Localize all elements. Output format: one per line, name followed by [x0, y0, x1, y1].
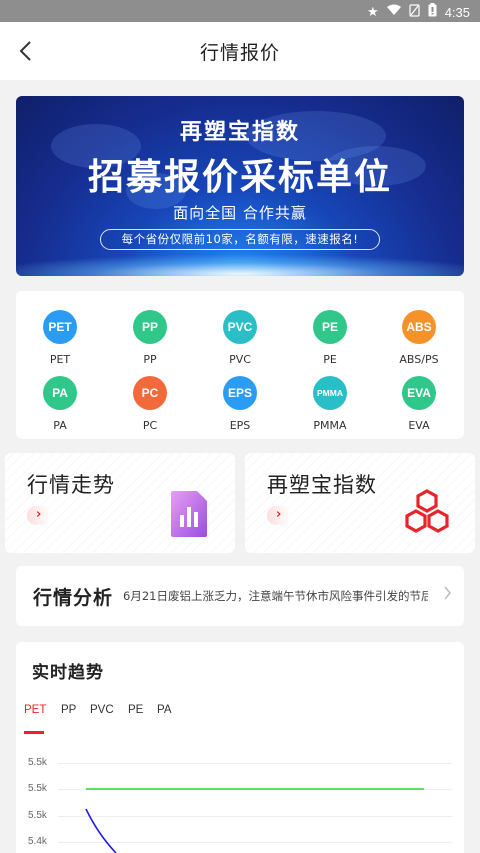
chevron-right-icon: ›: [267, 506, 291, 525]
status-time: 4:35: [444, 4, 470, 20]
pp-icon: PP: [133, 310, 167, 344]
category-grid: PET PET PP PP PVC PVC PE PE ABS ABS/PS P…: [16, 291, 464, 439]
index-label: 再塑宝指数: [267, 473, 377, 497]
category-pc[interactable]: PC PC: [110, 376, 190, 432]
series-line-blue: [85, 808, 117, 853]
eps-icon: EPS: [223, 376, 257, 410]
pet-icon: PET: [43, 310, 77, 344]
banner-slogan: 面向全国 合作共赢: [173, 204, 307, 222]
category-label: PC: [142, 419, 158, 432]
pe-icon: PE: [313, 310, 347, 344]
category-label: PVC: [229, 353, 251, 366]
realtime-trend-card: 实时趋势 PET PP PVC PE PA 5.5k 5.5k 5.5k 5.4…: [16, 642, 464, 853]
battery-icon: [428, 3, 437, 21]
promo-banner[interactable]: 再塑宝指数 招募报价采标单位 面向全国 合作共赢 每个省份仅限前10家，名额有限…: [16, 96, 464, 276]
banner-title: 再塑宝指数: [179, 120, 300, 145]
navbar: 行情报价: [0, 22, 480, 80]
category-label: PA: [53, 419, 67, 432]
analysis-headline: 6月21日废铝上涨乏力，注意端午节休市风险事件引发的节后波动: [123, 589, 428, 603]
category-pe[interactable]: PE PE: [290, 310, 370, 366]
eva-icon: EVA: [402, 376, 436, 410]
category-pvc[interactable]: PVC PVC: [200, 310, 280, 366]
category-label: ABS/PS: [399, 353, 439, 366]
chevron-right-icon: [443, 584, 452, 605]
category-label: PP: [143, 353, 157, 366]
category-pp[interactable]: PP PP: [110, 310, 190, 366]
no-sim-icon: [409, 3, 420, 21]
market-trend-card[interactable]: 行情走势 ›: [5, 453, 235, 553]
market-analysis-row[interactable]: 行情分析 6月21日废铝上涨乏力，注意端午节休市风险事件引发的节后波动: [16, 566, 464, 626]
category-eps[interactable]: EPS EPS: [200, 376, 280, 432]
banner-note: 每个省份仅限前10家，名额有限，速速报名!: [100, 229, 380, 250]
category-label: EPS: [229, 419, 251, 432]
index-card[interactable]: 再塑宝指数 ›: [245, 453, 475, 553]
category-label: PMMA: [313, 419, 347, 432]
category-pa[interactable]: PA PA: [20, 376, 100, 432]
pvc-icon: PVC: [223, 310, 257, 344]
trend-chart: [85, 788, 424, 853]
wifi-icon: [386, 4, 401, 20]
status-bar: ★ 4:35: [0, 0, 480, 22]
category-eva[interactable]: EVA EVA: [379, 376, 459, 432]
pa-icon: PA: [43, 376, 77, 410]
chevron-right-icon: ›: [27, 506, 51, 525]
pmma-icon: PMMA: [313, 376, 347, 410]
hexagon-logo-icon: [405, 489, 449, 533]
banner-glow: [16, 254, 464, 276]
page-title: 行情报价: [199, 42, 280, 64]
market-trend-label: 行情走势: [27, 473, 115, 497]
category-label: PET: [49, 353, 71, 366]
star-icon: ★: [367, 4, 379, 20]
category-pet[interactable]: PET PET: [20, 310, 100, 366]
category-label: PE: [323, 353, 337, 366]
banner-headline: 招募报价采标单位: [87, 157, 392, 198]
analysis-title: 行情分析: [33, 587, 114, 609]
category-label: EVA: [408, 419, 430, 432]
category-pmma[interactable]: PMMA PMMA: [290, 376, 370, 432]
abs-icon: ABS: [402, 310, 436, 344]
category-abs-ps[interactable]: ABS ABS/PS: [379, 310, 459, 366]
chart-file-icon: [171, 491, 207, 537]
pc-icon: PC: [133, 376, 167, 410]
